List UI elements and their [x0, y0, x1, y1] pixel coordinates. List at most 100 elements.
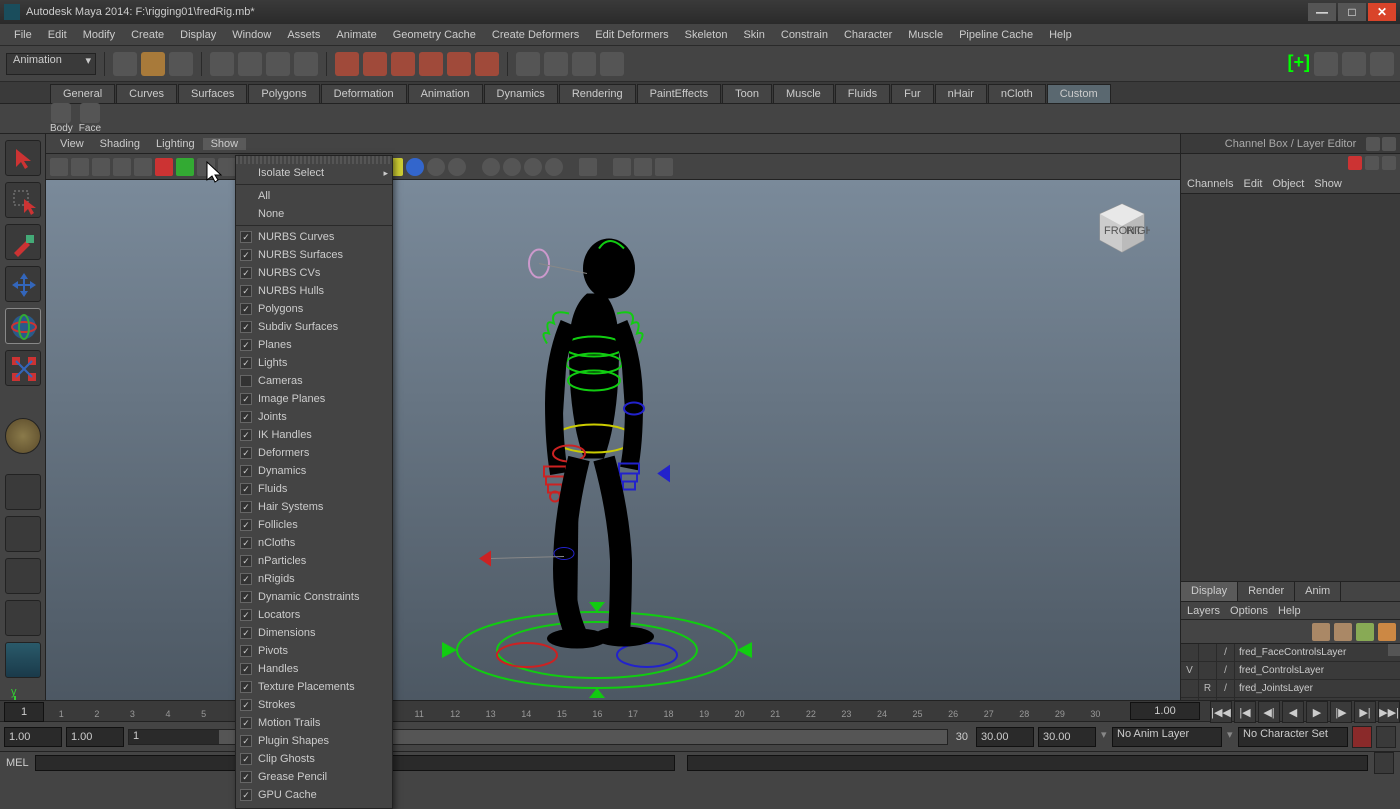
speed-icon[interactable]	[1365, 156, 1379, 170]
vp-2d-pan-icon[interactable]	[113, 158, 131, 176]
channel-tab-channels[interactable]: Channels	[1187, 178, 1233, 190]
show-menu-texture-placements[interactable]: Texture Placements	[236, 678, 392, 696]
layer-tab-display[interactable]: Display	[1181, 582, 1238, 601]
play-back-button[interactable]: ◀	[1282, 701, 1304, 723]
vp-menu-show[interactable]: Show	[203, 138, 247, 150]
script-editor-button[interactable]	[1374, 752, 1394, 774]
show-menu-nparticles[interactable]: nParticles	[236, 552, 392, 570]
vp-light-icon[interactable]	[427, 158, 445, 176]
layer-type-toggle[interactable]	[1199, 644, 1217, 661]
shelf-tab-muscle[interactable]: Muscle	[773, 84, 834, 103]
menu-pipeline-cache[interactable]: Pipeline Cache	[951, 29, 1041, 41]
tool-settings-icon[interactable]	[1342, 52, 1366, 76]
menu-skeleton[interactable]: Skeleton	[677, 29, 736, 41]
layer-up-icon[interactable]	[1356, 623, 1374, 641]
snap-live-icon[interactable]	[447, 52, 471, 76]
vp-res-gate-icon[interactable]	[197, 158, 215, 176]
shelf-face-icon[interactable]	[80, 103, 100, 123]
menu-create-deformers[interactable]: Create Deformers	[484, 29, 587, 41]
menu-character[interactable]: Character	[836, 29, 900, 41]
play-end-field[interactable]	[976, 727, 1034, 747]
attribute-editor-icon[interactable]	[1314, 52, 1338, 76]
view-cube[interactable]: FRONT RIGHT	[1094, 200, 1150, 256]
shelf-tab-fur[interactable]: Fur	[891, 84, 934, 103]
vp-image-plane-icon[interactable]	[92, 158, 110, 176]
layer-row[interactable]: R/fred_JointsLayer	[1181, 680, 1400, 698]
vp-isolate-icon[interactable]	[482, 158, 500, 176]
menu-skin[interactable]: Skin	[735, 29, 772, 41]
show-menu-planes[interactable]: Planes	[236, 336, 392, 354]
show-menu-dynamic-constraints[interactable]: Dynamic Constraints	[236, 588, 392, 606]
shelf-tab-deformation[interactable]: Deformation	[321, 84, 407, 103]
show-menu-strokes[interactable]: Strokes	[236, 696, 392, 714]
current-frame-field[interactable]	[4, 702, 44, 722]
channel-tab-edit[interactable]: Edit	[1243, 178, 1262, 190]
menu-edit-deformers[interactable]: Edit Deformers	[587, 29, 676, 41]
channel-list[interactable]	[1181, 194, 1400, 581]
show-menu-nurbs-cvs[interactable]: NURBS CVs	[236, 264, 392, 282]
lasso-tool[interactable]	[5, 182, 41, 218]
timeline[interactable]: 1234567891011121314151617181920212223242…	[0, 700, 1400, 722]
save-scene-icon[interactable]	[169, 52, 193, 76]
rotate-tool[interactable]	[5, 308, 41, 344]
go-start-button[interactable]: |◀◀	[1210, 701, 1232, 723]
layer-menu-options[interactable]: Options	[1230, 605, 1268, 617]
show-menu-hair-systems[interactable]: Hair Systems	[236, 498, 392, 516]
shelf-tab-polygons[interactable]: Polygons	[248, 84, 319, 103]
layer-row[interactable]: V/fred_ControlsLayer	[1181, 662, 1400, 680]
snap-point-icon[interactable]	[391, 52, 415, 76]
show-menu-follicles[interactable]: Follicles	[236, 516, 392, 534]
show-menu-gpu-cache[interactable]: GPU Cache	[236, 786, 392, 804]
hyper-icon[interactable]	[1382, 156, 1396, 170]
show-menu-polygons[interactable]: Polygons	[236, 300, 392, 318]
render-globals-icon[interactable]	[572, 52, 596, 76]
layer-color-swatch[interactable]: /	[1217, 680, 1235, 697]
step-back-button[interactable]: |◀	[1234, 701, 1256, 723]
layer-vis-toggle[interactable]	[1181, 644, 1199, 661]
layer-vis-toggle[interactable]	[1181, 680, 1199, 697]
close-icon[interactable]	[1382, 137, 1396, 151]
show-menu-all[interactable]: All	[236, 187, 392, 205]
open-scene-icon[interactable]	[141, 52, 165, 76]
soft-mod-tool[interactable]	[5, 418, 41, 454]
show-menu-dynamics[interactable]: Dynamics	[236, 462, 392, 480]
show-menu-ncloths[interactable]: nCloths	[236, 534, 392, 552]
menu-window[interactable]: Window	[224, 29, 279, 41]
prefs-button[interactable]	[1376, 726, 1396, 748]
show-menu-pivots[interactable]: Pivots	[236, 642, 392, 660]
vp-expose-icon[interactable]	[579, 158, 597, 176]
vp-film-gate-icon[interactable]	[176, 158, 194, 176]
shelf-tab-general[interactable]: General	[50, 84, 115, 103]
layer-menu-layers[interactable]: Layers	[1187, 605, 1220, 617]
snap-plane-icon[interactable]	[419, 52, 443, 76]
menu-muscle[interactable]: Muscle	[900, 29, 951, 41]
cmd-lang-label[interactable]: MEL	[6, 757, 29, 769]
channel-tab-show[interactable]: Show	[1314, 178, 1342, 190]
scroll-up-icon[interactable]	[1388, 644, 1400, 656]
show-menu-grease-pencil[interactable]: Grease Pencil	[236, 768, 392, 786]
persp-layout[interactable]	[5, 642, 41, 678]
selection-bracket-icon[interactable]: [+]	[1288, 52, 1311, 76]
shelf-tab-dynamics[interactable]: Dynamics	[484, 84, 558, 103]
layer-color-swatch[interactable]: /	[1217, 662, 1235, 679]
layer-tab-render[interactable]: Render	[1238, 582, 1295, 601]
layer-new-empty-icon[interactable]	[1334, 623, 1352, 641]
show-menu-dimensions[interactable]: Dimensions	[236, 624, 392, 642]
menu-geometry-cache[interactable]: Geometry Cache	[385, 29, 484, 41]
vp-menu-shading[interactable]: Shading	[92, 138, 148, 150]
show-menu-lights[interactable]: Lights	[236, 354, 392, 372]
scale-tool[interactable]	[5, 350, 41, 386]
viewport-3d[interactable]: FRONT RIGHT	[46, 180, 1180, 730]
show-menu-nrigids[interactable]: nRigids	[236, 570, 392, 588]
shelf-body-icon[interactable]	[51, 103, 71, 123]
show-menu-joints[interactable]: Joints	[236, 408, 392, 426]
layer-menu-help[interactable]: Help	[1278, 605, 1301, 617]
redo-icon[interactable]	[238, 52, 262, 76]
show-menu-subdiv-surfaces[interactable]: Subdiv Surfaces	[236, 318, 392, 336]
channel-tab-object[interactable]: Object	[1272, 178, 1304, 190]
range-thumb[interactable]: 1	[129, 730, 219, 744]
layer-vis-toggle[interactable]: V	[1181, 662, 1199, 679]
layer-color-swatch[interactable]: /	[1217, 644, 1235, 661]
show-menu-locators[interactable]: Locators	[236, 606, 392, 624]
snap-grid-icon[interactable]	[335, 52, 359, 76]
